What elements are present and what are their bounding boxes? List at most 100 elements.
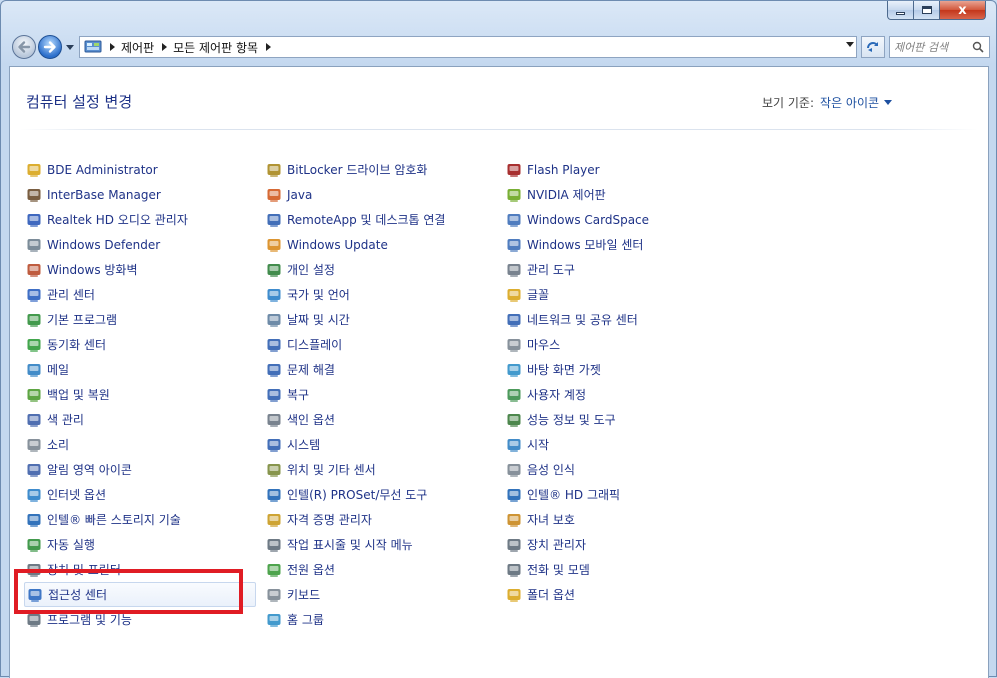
control-panel-item[interactable]: 백업 및 복원	[26, 382, 258, 407]
control-panel-item-label[interactable]: 홈 그룹	[287, 611, 324, 628]
control-panel-item[interactable]: NVIDIA 제어판	[506, 182, 738, 207]
control-panel-item-label[interactable]: Flash Player	[527, 163, 600, 177]
breadcrumb-control-panel[interactable]: 제어판	[121, 39, 154, 56]
control-panel-item[interactable]: 사용자 계정	[506, 382, 738, 407]
maximize-button[interactable]	[914, 1, 940, 20]
control-panel-item-label[interactable]: BitLocker 드라이브 암호화	[287, 161, 427, 178]
control-panel-item[interactable]: 마우스	[506, 332, 738, 357]
control-panel-item-label[interactable]: 인터넷 옵션	[47, 486, 106, 503]
control-panel-item-label[interactable]: 관리 센터	[47, 286, 95, 303]
control-panel-item-label[interactable]: 사용자 계정	[527, 386, 586, 403]
control-panel-item[interactable]: Realtek HD 오디오 관리자	[26, 207, 258, 232]
control-panel-item[interactable]: 네트워크 및 공유 센터	[506, 307, 738, 332]
control-panel-item[interactable]: 인텔® HD 그래픽	[506, 482, 738, 507]
control-panel-item[interactable]: 색인 옵션	[266, 407, 498, 432]
control-panel-item-label[interactable]: Windows Defender	[47, 238, 160, 252]
breadcrumb-separator-icon[interactable]	[162, 43, 168, 51]
chevron-down-icon[interactable]	[884, 100, 893, 105]
control-panel-item-label[interactable]: 글꼴	[527, 286, 549, 303]
control-panel-item-label[interactable]: 마우스	[527, 336, 560, 353]
control-panel-item-label[interactable]: 작업 표시줄 및 시작 메뉴	[287, 536, 413, 553]
control-panel-item[interactable]: 음성 인식	[506, 457, 738, 482]
control-panel-item-label[interactable]: 자격 증명 관리자	[287, 511, 372, 528]
control-panel-item[interactable]: 문제 해결	[266, 357, 498, 382]
control-panel-item-label[interactable]: 시작	[527, 436, 549, 453]
control-panel-item[interactable]: 자녀 보호	[506, 507, 738, 532]
recent-pages-button[interactable]	[65, 41, 75, 53]
refresh-button[interactable]	[861, 36, 885, 58]
control-panel-item-label[interactable]: InterBase Manager	[47, 188, 161, 202]
breadcrumb-separator-icon[interactable]	[110, 43, 115, 51]
control-panel-item[interactable]: 시작	[506, 432, 738, 457]
control-panel-item-label[interactable]: 성능 정보 및 도구	[527, 411, 616, 428]
close-button[interactable]: x	[940, 1, 986, 20]
control-panel-item[interactable]: 개인 설정	[266, 257, 498, 282]
control-panel-item[interactable]: 메일	[26, 357, 258, 382]
control-panel-item-label[interactable]: 전화 및 모뎀	[527, 561, 590, 578]
control-panel-item[interactable]: Windows 모바일 센터	[506, 232, 738, 257]
control-panel-item[interactable]: Windows 방화벽	[26, 257, 258, 282]
control-panel-item[interactable]: 날짜 및 시간	[266, 307, 498, 332]
control-panel-item-label[interactable]: Windows Update	[287, 238, 388, 252]
control-panel-item-label[interactable]: 디스플레이	[287, 336, 342, 353]
view-by-value[interactable]: 작은 아이콘	[820, 96, 879, 110]
control-panel-item[interactable]: 관리 도구	[506, 257, 738, 282]
control-panel-item[interactable]: 폴더 옵션	[506, 582, 738, 607]
control-panel-item-label[interactable]: BDE Administrator	[47, 163, 158, 177]
control-panel-item-label[interactable]: 키보드	[287, 586, 320, 603]
control-panel-item[interactable]: 바탕 화면 가젯	[506, 357, 738, 382]
control-panel-item[interactable]: 인터넷 옵션	[26, 482, 258, 507]
control-panel-item-label[interactable]: 색인 옵션	[287, 411, 335, 428]
control-panel-item-label[interactable]: Windows CardSpace	[527, 213, 649, 227]
control-panel-item-label[interactable]: Windows 모바일 센터	[527, 236, 643, 253]
control-panel-item-label[interactable]: 네트워크 및 공유 센터	[527, 311, 638, 328]
address-dropdown-icon[interactable]	[846, 42, 854, 47]
address-bar[interactable]: 제어판 모든 제어판 항목	[79, 36, 857, 58]
search-icon[interactable]	[972, 41, 984, 53]
control-panel-item[interactable]: 키보드	[266, 582, 498, 607]
control-panel-item-label[interactable]: 관리 도구	[527, 261, 575, 278]
control-panel-item[interactable]: 관리 센터	[26, 282, 258, 307]
control-panel-item[interactable]: 전화 및 모뎀	[506, 557, 738, 582]
control-panel-item-label[interactable]: 날짜 및 시간	[287, 311, 350, 328]
control-panel-item-label[interactable]: 인텔(R) PROSet/무선 도구	[287, 486, 427, 503]
control-panel-item-label[interactable]: NVIDIA 제어판	[527, 186, 606, 203]
search-box[interactable]	[889, 36, 990, 58]
control-panel-item[interactable]: 복구	[266, 382, 498, 407]
control-panel-item[interactable]: 성능 정보 및 도구	[506, 407, 738, 432]
control-panel-item-label[interactable]: 동기화 센터	[47, 336, 106, 353]
control-panel-item-label[interactable]: Windows 방화벽	[47, 261, 138, 278]
control-panel-item-label[interactable]: 시스템	[287, 436, 320, 453]
control-panel-item-label[interactable]: 위치 및 기타 센서	[287, 461, 376, 478]
control-panel-item-label[interactable]: 바탕 화면 가젯	[527, 361, 601, 378]
control-panel-item-label[interactable]: 국가 및 언어	[287, 286, 350, 303]
control-panel-item[interactable]: 국가 및 언어	[266, 282, 498, 307]
control-panel-item-label[interactable]: 문제 해결	[287, 361, 335, 378]
control-panel-item-label[interactable]: 개인 설정	[287, 261, 335, 278]
control-panel-item-label[interactable]: 메일	[47, 361, 69, 378]
control-panel-item[interactable]: 색 관리	[26, 407, 258, 432]
control-panel-item-label[interactable]: 인텔® 빠른 스토리지 기술	[47, 511, 181, 528]
control-panel-item-label[interactable]: 장치 관리자	[527, 536, 586, 553]
control-panel-item-label[interactable]: 기본 프로그램	[47, 311, 117, 328]
control-panel-item[interactable]: 알림 영역 아이콘	[26, 457, 258, 482]
control-panel-item[interactable]: 전원 옵션	[266, 557, 498, 582]
control-panel-item[interactable]: BitLocker 드라이브 암호화	[266, 157, 498, 182]
control-panel-item[interactable]: 기본 프로그램	[26, 307, 258, 332]
control-panel-item[interactable]: 시스템	[266, 432, 498, 457]
control-panel-item[interactable]: 홈 그룹	[266, 607, 498, 632]
control-panel-item[interactable]: RemoteApp 및 데스크톱 연결	[266, 207, 498, 232]
control-panel-item-label[interactable]: 소리	[47, 436, 69, 453]
control-panel-item[interactable]: 자동 실행	[26, 532, 258, 557]
control-panel-item[interactable]: 위치 및 기타 센서	[266, 457, 498, 482]
control-panel-item[interactable]: 글꼴	[506, 282, 738, 307]
control-panel-item[interactable]: 장치 관리자	[506, 532, 738, 557]
control-panel-item-label[interactable]: 알림 영역 아이콘	[47, 461, 132, 478]
control-panel-item[interactable]: Windows CardSpace	[506, 207, 738, 232]
control-panel-item-label[interactable]: 인텔® HD 그래픽	[527, 486, 620, 503]
control-panel-item[interactable]: BDE Administrator	[26, 157, 258, 182]
breadcrumb-separator-icon[interactable]	[266, 43, 272, 51]
control-panel-item-label[interactable]: 자녀 보호	[527, 511, 575, 528]
control-panel-item[interactable]: 동기화 센터	[26, 332, 258, 357]
control-panel-item[interactable]: 소리	[26, 432, 258, 457]
